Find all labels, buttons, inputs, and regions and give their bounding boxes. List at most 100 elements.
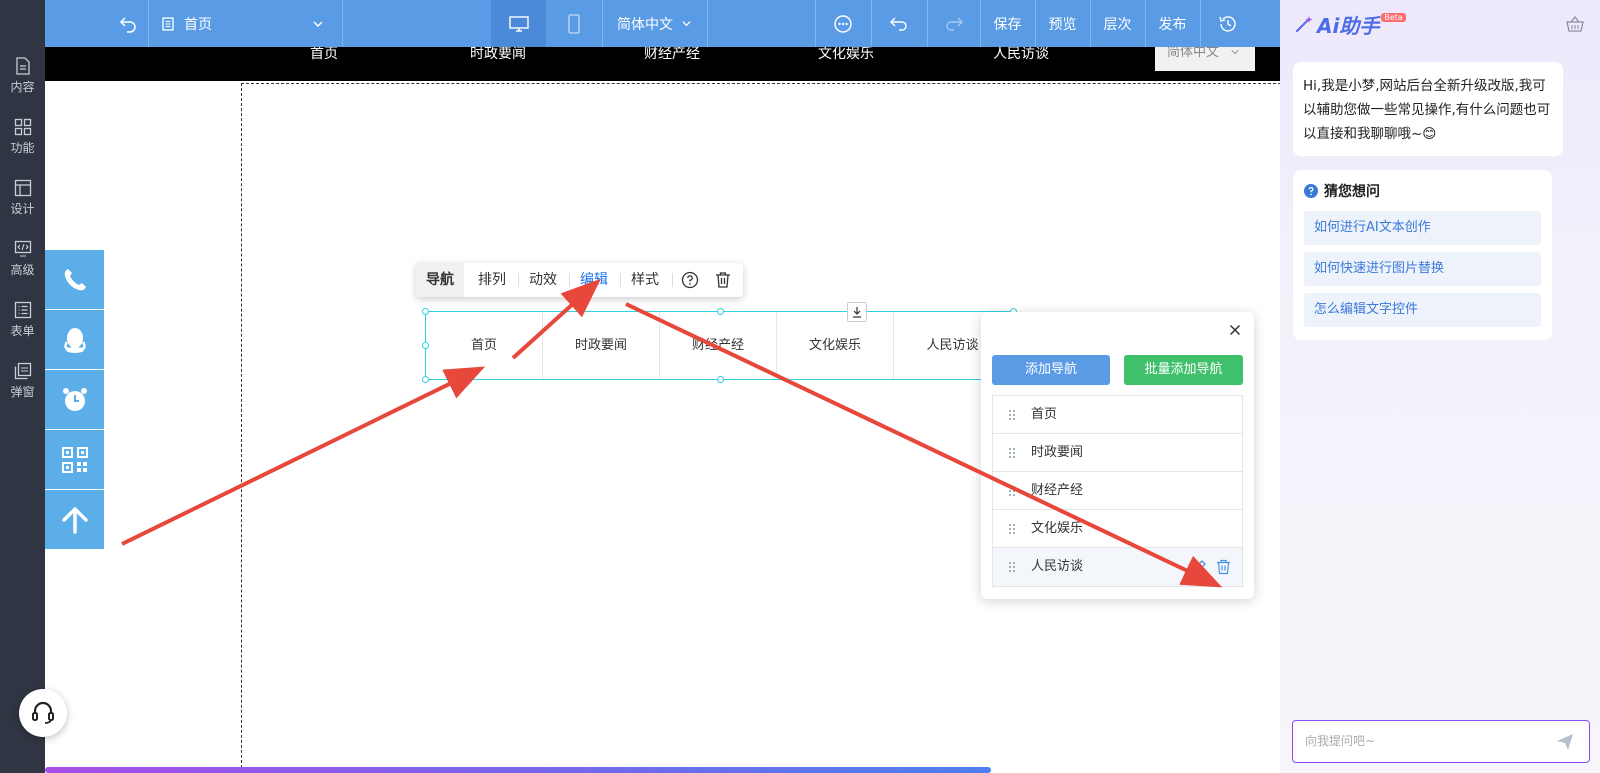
- tab-arrange[interactable]: 排列: [468, 263, 516, 297]
- list-item[interactable]: 文化娱乐: [993, 510, 1242, 548]
- desktop-icon: [508, 15, 529, 32]
- grid-icon: [14, 118, 31, 136]
- list-item-label: 财经产经: [1031, 483, 1084, 498]
- drag-handle-icon[interactable]: [1008, 409, 1016, 421]
- chevron-down-icon: [682, 21, 691, 27]
- tab-style[interactable]: 样式: [621, 263, 669, 297]
- customer-service-button[interactable]: [19, 689, 67, 737]
- undo-button[interactable]: [871, 0, 927, 47]
- site-nav-item[interactable]: 文化娱乐: [818, 47, 874, 61]
- download-button[interactable]: [847, 302, 867, 322]
- tab-edit[interactable]: 编辑: [570, 263, 618, 297]
- close-icon[interactable]: [1229, 324, 1241, 336]
- redo-button[interactable]: [927, 0, 980, 47]
- suggestion-item[interactable]: 如何快速进行图片替换: [1304, 252, 1541, 286]
- site-nav-item[interactable]: 时政要闻: [470, 47, 526, 61]
- sidebar-item-label: 内容: [10, 80, 35, 94]
- chevron-down-icon: [313, 21, 323, 27]
- trash-icon: [716, 272, 730, 288]
- sidebar-item-popup[interactable]: 弹窗: [0, 350, 45, 412]
- trash-icon[interactable]: [1216, 559, 1231, 575]
- drag-handle-icon[interactable]: [1008, 561, 1016, 573]
- ai-logo-text: Ai助手: [1317, 13, 1380, 38]
- resize-handle[interactable]: [717, 308, 724, 315]
- list-item[interactable]: 人民访谈: [993, 548, 1242, 586]
- sidebar-item-label: 设计: [10, 202, 35, 216]
- tab-nav[interactable]: 导航: [416, 263, 464, 297]
- undo-icon: [890, 17, 907, 31]
- ai-logo: Ai助手 Beta: [1294, 10, 1406, 38]
- phone-icon: [64, 268, 86, 290]
- ai-question-input[interactable]: 向我提问吧~: [1292, 720, 1590, 763]
- code-monitor-icon: [14, 240, 31, 257]
- drag-handle-icon[interactable]: [1008, 447, 1016, 459]
- batch-add-nav-button[interactable]: 批量添加导航: [1124, 355, 1243, 385]
- phone-button[interactable]: [45, 250, 104, 309]
- delete-button[interactable]: [711, 263, 735, 297]
- nav-component-item[interactable]: 首页: [426, 312, 543, 379]
- form-icon: [14, 301, 31, 319]
- nav-component-item[interactable]: 文化娱乐: [777, 312, 894, 379]
- history-button[interactable]: [1200, 0, 1255, 47]
- qq-button[interactable]: [45, 310, 104, 369]
- list-item[interactable]: 时政要闻: [993, 434, 1242, 472]
- site-nav-bar[interactable]: 首页 时政要闻 财经产经 文化娱乐 人民访谈 简体中文: [45, 47, 1280, 81]
- page-name: 首页: [184, 16, 212, 33]
- basket-icon[interactable]: [1566, 16, 1584, 32]
- more-button[interactable]: [815, 0, 871, 47]
- suggestion-item[interactable]: 如何进行AI文本创作: [1304, 211, 1541, 245]
- site-nav-item[interactable]: 首页: [310, 47, 338, 61]
- resize-handle[interactable]: [717, 376, 724, 383]
- mobile-icon: [568, 13, 580, 34]
- sidebar-item-function[interactable]: 功能: [0, 106, 45, 168]
- edit-icon[interactable]: [1191, 559, 1207, 575]
- back-to-top-button[interactable]: [45, 490, 104, 549]
- send-icon[interactable]: [1556, 733, 1574, 751]
- sidebar-item-label: 表单: [10, 324, 35, 338]
- site-language-select[interactable]: 简体中文: [1155, 47, 1255, 71]
- loading-progress-bar: [45, 767, 991, 773]
- sidebar-item-advanced[interactable]: 高级: [0, 228, 45, 290]
- nav-component-item[interactable]: 财经产经: [660, 312, 777, 379]
- publish-button[interactable]: 发布: [1145, 0, 1200, 47]
- page-selector[interactable]: 首页: [160, 0, 340, 47]
- site-nav-item[interactable]: 人民访谈: [993, 47, 1049, 61]
- resize-handle[interactable]: [422, 342, 429, 349]
- site-nav-item[interactable]: 财经产经: [644, 47, 700, 61]
- add-nav-button[interactable]: 添加导航: [992, 355, 1110, 385]
- sidebar-item-form[interactable]: 表单: [0, 289, 45, 351]
- tab-animation[interactable]: 动效: [519, 263, 567, 297]
- sidebar-item-design[interactable]: 设计: [0, 167, 45, 229]
- help-icon: [681, 271, 699, 289]
- page-icon: [162, 16, 174, 31]
- drag-handle-icon[interactable]: [1008, 523, 1016, 535]
- layers-button[interactable]: 层次: [1090, 0, 1145, 47]
- list-item[interactable]: 财经产经: [993, 472, 1242, 510]
- suggestion-item[interactable]: 怎么编辑文字控件: [1304, 293, 1541, 327]
- language-selector[interactable]: 简体中文: [602, 0, 707, 47]
- preview-button[interactable]: 预览: [1035, 0, 1090, 47]
- help-button[interactable]: [678, 263, 702, 297]
- resize-handle[interactable]: [422, 376, 429, 383]
- suggestion-title: 猜您想问: [1324, 184, 1380, 200]
- sidebar-item-content[interactable]: 内容: [0, 45, 45, 107]
- qrcode-button[interactable]: [45, 430, 104, 489]
- mobile-view-button[interactable]: [546, 0, 602, 47]
- list-item-label: 文化娱乐: [1031, 521, 1084, 536]
- back-icon[interactable]: [108, 0, 148, 47]
- resize-handle[interactable]: [422, 308, 429, 315]
- desktop-view-button[interactable]: [491, 0, 546, 47]
- component-toolbar: 导航 排列 动效 编辑 样式: [416, 263, 743, 297]
- nav-component[interactable]: 首页 时政要闻 财经产经 文化娱乐 人民访谈: [425, 311, 1015, 380]
- alarm-icon: [62, 387, 87, 411]
- sidebar-item-label: 功能: [10, 141, 35, 155]
- save-button[interactable]: 保存: [980, 0, 1035, 47]
- download-icon: [853, 307, 861, 318]
- list-item-label: 人民访谈: [1031, 559, 1084, 574]
- nav-component-item[interactable]: 时政要闻: [543, 312, 660, 379]
- nav-edit-panel: 添加导航 批量添加导航 首页 时政要闻 财经产经 文化娱乐 人民访谈: [981, 312, 1254, 599]
- drag-handle-icon[interactable]: [1008, 485, 1016, 497]
- ai-greeting-text: Hi,我是小梦,网站后台全新升级改版,我可以辅助您做一些常见操作,有什么问题也可…: [1303, 78, 1551, 142]
- alarm-button[interactable]: [45, 370, 104, 429]
- list-item[interactable]: 首页: [993, 396, 1242, 434]
